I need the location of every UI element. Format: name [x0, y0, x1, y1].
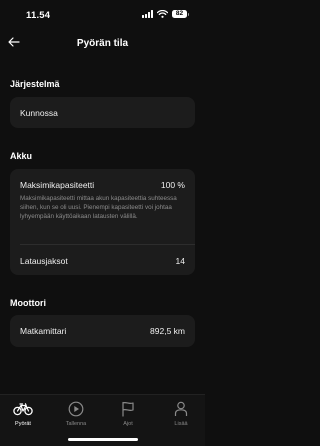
tab-rides[interactable]: Ajot — [108, 400, 148, 436]
cellular-signal-icon — [142, 10, 153, 18]
motor-card: Matkamittari 892,5 km — [10, 315, 195, 347]
person-icon — [171, 400, 191, 418]
odometer-label: Matkamittari — [20, 326, 67, 336]
max-capacity-label: Maksimikapasiteetti — [20, 180, 95, 190]
charge-cycles-value: 14 — [175, 256, 185, 266]
flag-icon — [118, 400, 138, 418]
max-capacity-description: Maksimikapasiteetti mittaa akun kapasite… — [20, 195, 177, 220]
tab-record[interactable]: Tallenna — [56, 400, 96, 436]
page-title: Pyörän tila — [76, 38, 129, 49]
charge-cycles-label: Latausjaksot — [20, 256, 68, 266]
battery-level: 82 — [175, 10, 184, 17]
tab-more[interactable]: Lisää — [161, 400, 201, 436]
wifi-icon — [157, 10, 168, 18]
status-icons: 82 — [142, 10, 189, 18]
bike-icon — [13, 400, 33, 418]
record-icon — [66, 400, 86, 418]
tab-more-label: Lisää — [174, 421, 188, 427]
home-indicator — [68, 438, 138, 441]
system-status: Kunnossa — [20, 108, 58, 118]
battery-section-label: Akku — [10, 151, 33, 161]
battery-divider — [20, 244, 195, 245]
tab-bar: Pyörät Tallenna Ajot Lisää — [0, 394, 205, 446]
status-time: 11.54 — [26, 10, 51, 21]
tab-record-label: Tallenna — [65, 421, 87, 427]
status-bar: 11.54 82 — [0, 0, 205, 30]
tab-rides-label: Ajot — [123, 421, 133, 427]
max-capacity-value: 100 % — [160, 180, 185, 190]
battery-card: Maksimikapasiteetti 100 % Maksimikapasit… — [10, 169, 195, 275]
tab-bikes[interactable]: Pyörät — [3, 400, 43, 436]
system-section-label: Järjestelmä — [10, 79, 60, 89]
motor-section-label: Moottori — [10, 298, 46, 308]
system-card: Kunnossa — [10, 97, 195, 128]
battery-icon: 82 — [172, 10, 189, 18]
tab-bikes-label: Pyörät — [15, 421, 31, 427]
nav-header: Pyörän tila — [0, 30, 205, 58]
odometer-value: 892,5 km — [150, 326, 185, 336]
